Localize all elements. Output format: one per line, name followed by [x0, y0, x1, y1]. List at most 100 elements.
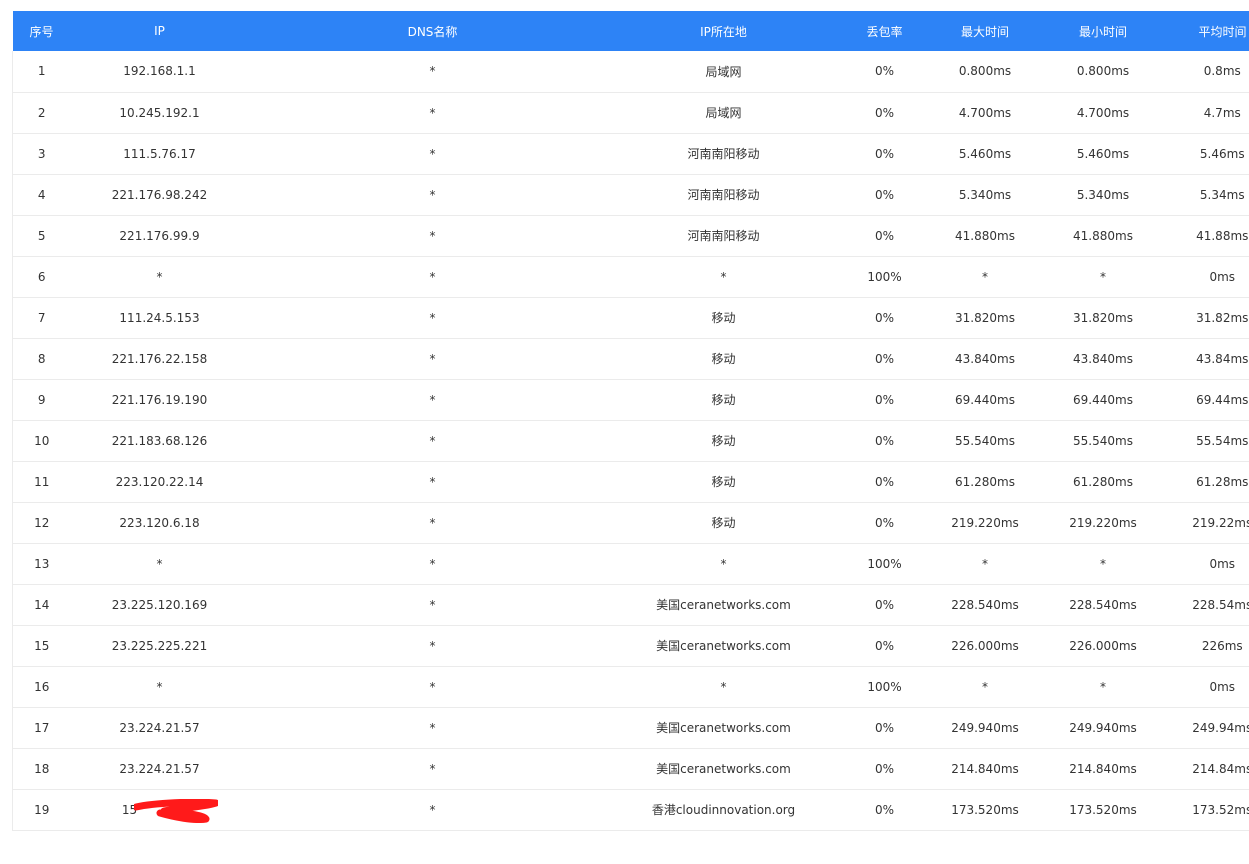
cell-packet-loss: 0%: [874, 433, 895, 448]
cell-max-time: 5.340ms: [958, 187, 1012, 202]
cell-avg-time: 173.52ms: [1174, 789, 1249, 830]
cell-avg-time: 55.54ms: [1174, 420, 1249, 461]
cell-packet-loss: 0%: [874, 146, 895, 161]
traceroute-table: 序号 IP DNS名称 IP所在地 丢包率 最大时间 最小时间 平均时间 1 19…: [12, 11, 1249, 831]
cell-max-time: 173.520ms: [951, 802, 1019, 817]
cell-min-time: 31.820ms: [1073, 310, 1133, 325]
cell-packet-loss: 100%: [867, 556, 902, 571]
column-header-index: 序号: [29, 24, 54, 39]
table-row: 19 15 * 香港cloudinnovation.org 0% 173.520ms 173…: [12, 789, 1249, 830]
cell-ip-location: *: [720, 679, 727, 694]
cell-dns-name: *: [429, 515, 436, 530]
table-row: 12 223.120.6.18 * 移动 0% 219.220ms 219.220ms 219…: [12, 502, 1249, 543]
cell-packet-loss: 0%: [874, 761, 895, 776]
cell-hop-index: 4: [12, 174, 71, 215]
cell-packet-loss: 0%: [874, 228, 895, 243]
cell-min-time: 214.840ms: [1069, 761, 1137, 776]
cell-packet-loss: 100%: [867, 269, 902, 284]
cell-max-time: 4.700ms: [958, 105, 1012, 120]
table-row: 18 23.224.21.57 * 美国ceranetworks.com 0% 214.8…: [12, 748, 1249, 789]
cell-hop-index: 10: [12, 420, 71, 461]
cell-hop-index: 13: [12, 543, 71, 584]
cell-max-time: 41.880ms: [955, 228, 1015, 243]
cell-avg-time: 0ms: [1174, 543, 1249, 584]
cell-hop-index: 9: [12, 379, 71, 420]
redaction-scribble: [133, 798, 218, 823]
cell-max-time: 61.280ms: [955, 474, 1015, 489]
cell-avg-time: 226ms: [1174, 625, 1249, 666]
table-row: 14 23.225.120.169 * 美国ceranetworks.com 0% 228…: [12, 584, 1249, 625]
cell-dns-name: *: [429, 105, 436, 120]
cell-avg-time: 43.84ms: [1174, 338, 1249, 379]
cell-ip-address: 23.224.21.57: [119, 720, 200, 735]
cell-ip-address: 221.176.19.190: [111, 392, 208, 407]
cell-hop-index: 3: [12, 133, 71, 174]
cell-dns-name: *: [429, 64, 436, 79]
cell-hop-index: 17: [12, 707, 71, 748]
traceroute-results: 序号 IP DNS名称 IP所在地 丢包率 最大时间 最小时间 平均时间 1 19…: [12, 11, 1249, 831]
table-row: 6 * * * 100% * * 0ms: [12, 256, 1249, 297]
cell-max-time: 226.000ms: [951, 638, 1019, 653]
cell-avg-time: 219.22ms: [1174, 502, 1249, 543]
cell-avg-time: 249.94ms: [1174, 707, 1249, 748]
cell-ip-address: 23.225.225.221: [111, 638, 208, 653]
cell-hop-index: 12: [12, 502, 71, 543]
cell-ip-location: 移动: [711, 311, 736, 325]
cell-ip-location: 河南南阳移动: [687, 188, 760, 202]
cell-min-time: *: [1100, 556, 1106, 571]
cell-max-time: *: [982, 679, 988, 694]
cell-hop-index: 14: [12, 584, 71, 625]
cell-ip-location: 河南南阳移动: [687, 229, 760, 243]
cell-hop-index: 8: [12, 338, 71, 379]
cell-ip-address: *: [156, 679, 163, 694]
cell-ip-address: 223.120.22.14: [115, 474, 204, 489]
cell-hop-index: 1: [12, 51, 71, 92]
cell-min-time: 173.520ms: [1069, 802, 1137, 817]
cell-ip-address: 192.168.1.1: [123, 64, 196, 79]
cell-avg-time: 0.8ms: [1174, 51, 1249, 92]
cell-hop-index: 7: [12, 297, 71, 338]
cell-ip-address: *: [156, 269, 163, 284]
cell-ip-address: 223.120.6.18: [119, 515, 200, 530]
cell-packet-loss: 0%: [874, 638, 895, 653]
table-row: 1 192.168.1.1 * 局域网 0% 0.800ms 0.800ms 0.8ms: [12, 51, 1249, 92]
cell-max-time: 43.840ms: [955, 351, 1015, 366]
cell-packet-loss: 0%: [874, 597, 895, 612]
cell-min-time: 0.800ms: [1076, 64, 1130, 79]
cell-packet-loss: 0%: [874, 392, 895, 407]
cell-ip-address: *: [156, 556, 163, 571]
cell-max-time: 69.440ms: [955, 392, 1015, 407]
cell-packet-loss: 0%: [874, 64, 895, 79]
cell-dns-name: *: [429, 556, 436, 571]
cell-avg-time: 0ms: [1174, 666, 1249, 707]
table-row: 8 221.176.22.158 * 移动 0% 43.840ms 43.840ms 43.8…: [12, 338, 1249, 379]
cell-dns-name: *: [429, 597, 436, 612]
cell-ip-address: 15: [71, 789, 249, 830]
cell-ip-location: 美国ceranetworks.com: [656, 598, 791, 612]
cell-min-time: 228.540ms: [1069, 597, 1137, 612]
cell-dns-name: *: [429, 351, 436, 366]
cell-packet-loss: 0%: [874, 187, 895, 202]
table-header: 序号 IP DNS名称 IP所在地 丢包率 最大时间 最小时间 平均时间: [12, 11, 1249, 51]
cell-packet-loss: 0%: [874, 720, 895, 735]
cell-avg-time: 214.84ms: [1174, 748, 1249, 789]
table-row: 13 * * * 100% * * 0ms: [12, 543, 1249, 584]
cell-hop-index: 16: [12, 666, 71, 707]
column-header-loss: 丢包率: [866, 24, 903, 39]
cell-min-time: 249.940ms: [1069, 720, 1137, 735]
cell-ip-location: 河南南阳移动: [687, 147, 760, 161]
column-header-ip: IP: [154, 24, 165, 38]
cell-ip-address: 111.24.5.153: [119, 310, 200, 325]
cell-dns-name: *: [429, 638, 436, 653]
cell-avg-time: 5.34ms: [1174, 174, 1249, 215]
cell-dns-name: *: [429, 679, 436, 694]
cell-ip-location: 局域网: [705, 64, 742, 79]
cell-dns-name: *: [429, 761, 436, 776]
cell-ip-location: 美国ceranetworks.com: [656, 762, 791, 776]
cell-max-time: 214.840ms: [951, 761, 1019, 776]
table-row: 16 * * * 100% * * 0ms: [12, 666, 1249, 707]
cell-ip-address: 23.225.120.169: [111, 597, 208, 612]
column-header-avg-time: 平均时间: [1198, 24, 1247, 39]
cell-dns-name: *: [429, 392, 436, 407]
cell-ip-location: 局域网: [705, 106, 742, 120]
